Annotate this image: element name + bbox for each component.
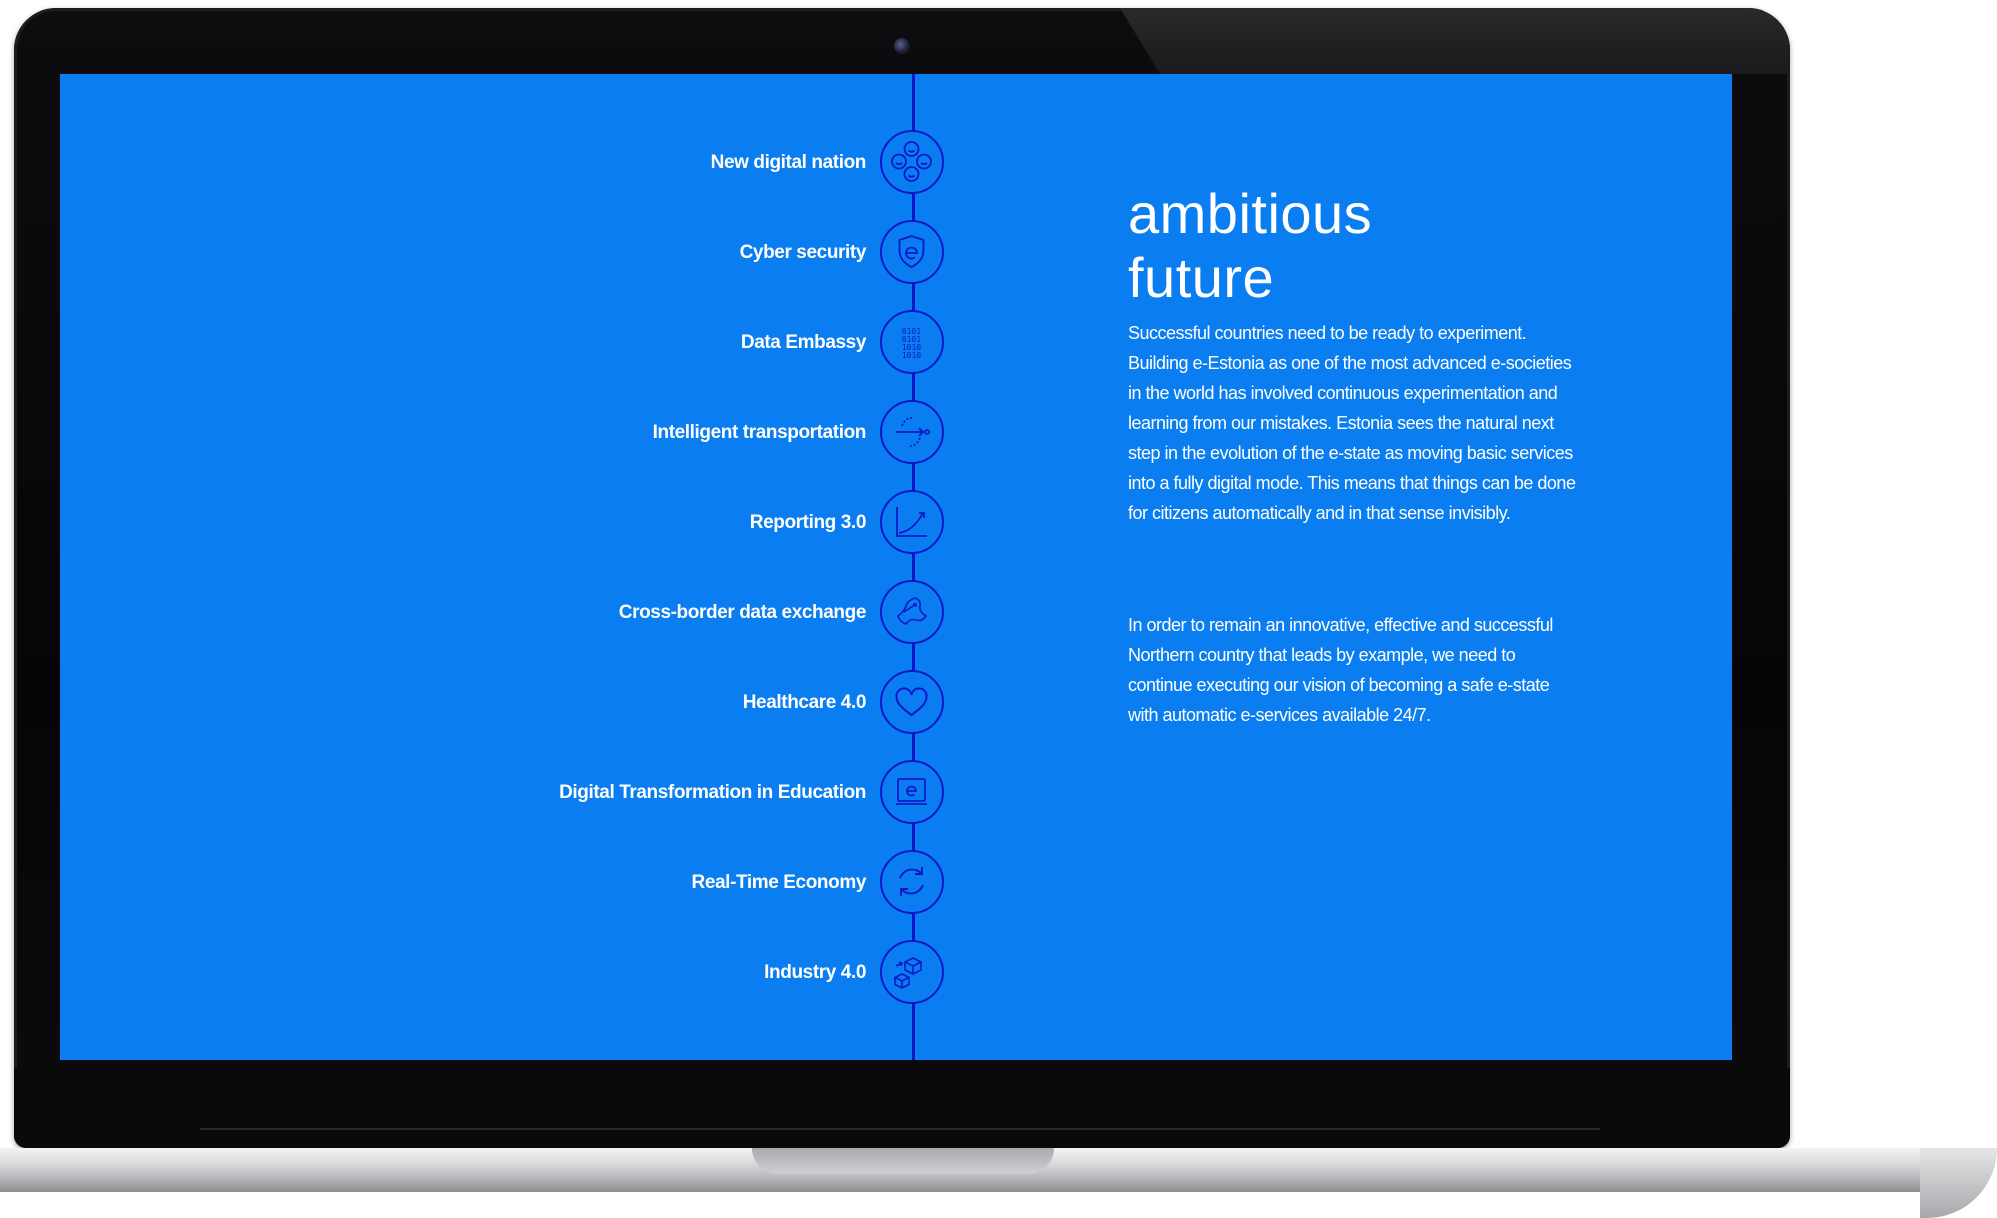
- timeline-item-label[interactable]: Reporting 3.0: [750, 487, 867, 559]
- laptop-base-edge: [1920, 1148, 1997, 1218]
- boxes-icon[interactable]: [880, 940, 944, 1004]
- timeline-item-label[interactable]: Data Embassy: [741, 307, 867, 379]
- people-network-icon[interactable]: [880, 130, 944, 194]
- timeline-item-label[interactable]: Real-Time Economy: [692, 847, 867, 919]
- timeline-item-label[interactable]: Industry 4.0: [764, 937, 866, 1009]
- cycle-arrows-icon[interactable]: [880, 850, 944, 914]
- growth-chart-icon[interactable]: [880, 490, 944, 554]
- timeline-item-cyber-security[interactable]: Cyber security: [60, 217, 946, 289]
- timeline-item-digital-transformation-education[interactable]: Digital Transformation in Education: [60, 757, 946, 829]
- webcam-icon: [894, 38, 910, 54]
- laptop-bezel-bottom: [14, 1068, 1790, 1148]
- binary-data-icon[interactable]: 0101 0101 1010 1010: [880, 310, 944, 374]
- vision-paragraph: In order to remain an innovative, effect…: [1128, 615, 1553, 725]
- timeline-item-industry[interactable]: Industry 4.0: [60, 937, 946, 1009]
- title-line-2: future: [1128, 245, 1275, 309]
- hinge-line: [200, 1128, 1600, 1130]
- lid-opening-notch: [752, 1148, 1054, 1174]
- timeline-item-cross-border-data-exchange[interactable]: Cross-border data exchange: [60, 577, 946, 649]
- svg-text:1010: 1010: [902, 351, 921, 360]
- timeline-item-label[interactable]: Cyber security: [740, 217, 867, 289]
- timeline-item-data-embassy[interactable]: Data Embassy 0101 0101 1010 1010: [60, 307, 946, 379]
- timeline-item-healthcare[interactable]: Healthcare 4.0: [60, 667, 946, 739]
- timeline-item-label[interactable]: New digital nation: [711, 127, 867, 199]
- timeline-item-new-digital-nation[interactable]: New digital nation: [60, 127, 946, 199]
- laptop-mockup: New digital nation Cyber security Data E…: [0, 0, 1997, 1218]
- intro-paragraph: Successful countries need to be ready to…: [1128, 323, 1576, 523]
- timeline-item-label[interactable]: Healthcare 4.0: [743, 667, 867, 739]
- timeline-item-label[interactable]: Digital Transformation in Education: [559, 757, 866, 829]
- book-e-icon[interactable]: [880, 760, 944, 824]
- title-line-1: ambitious: [1128, 181, 1373, 245]
- route-arrows-icon[interactable]: [880, 400, 944, 464]
- shield-e-icon[interactable]: [880, 220, 944, 284]
- laptop-screen: New digital nation Cyber security Data E…: [60, 74, 1732, 1060]
- timeline-item-intelligent-transportation[interactable]: Intelligent transportation: [60, 397, 946, 469]
- timeline-item-reporting[interactable]: Reporting 3.0: [60, 487, 946, 559]
- timeline-item-real-time-economy[interactable]: Real-Time Economy: [60, 847, 946, 919]
- section-title: ambitious future: [1128, 182, 1628, 310]
- lid-glare: [1120, 8, 1790, 74]
- heart-icon[interactable]: [880, 670, 944, 734]
- map-exchange-icon[interactable]: [880, 580, 944, 644]
- timeline-item-label[interactable]: Cross-border data exchange: [619, 577, 867, 649]
- timeline-item-label[interactable]: Intelligent transportation: [653, 397, 867, 469]
